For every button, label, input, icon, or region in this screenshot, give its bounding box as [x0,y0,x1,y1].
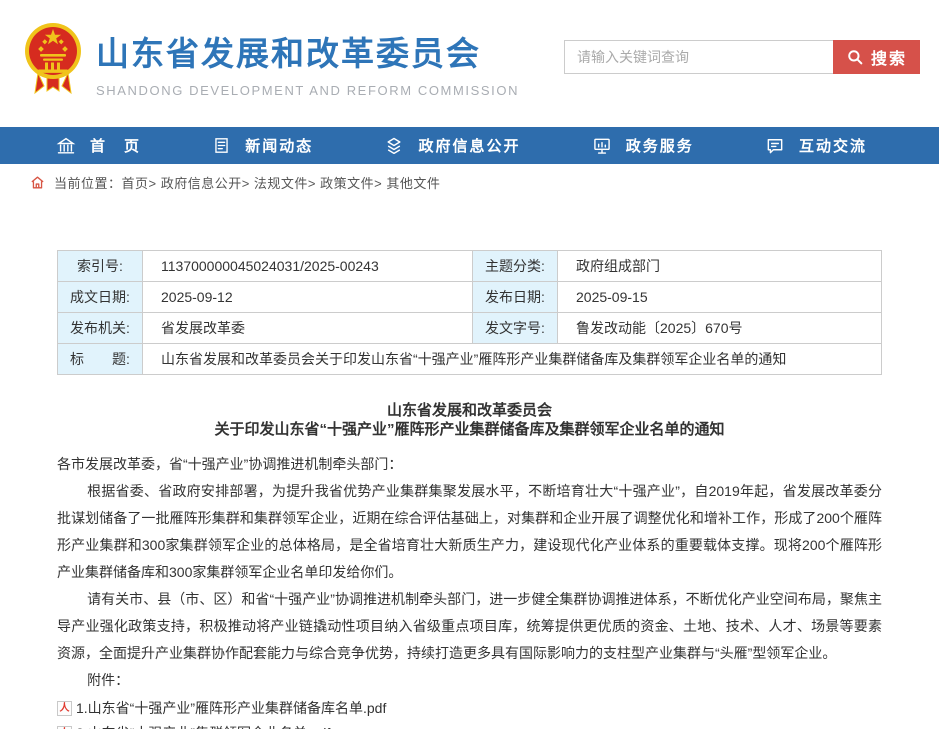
meta-value-index: 113700000045024031/2025-00243 [143,251,473,282]
meta-value-title: 山东省发展和改革委员会关于印发山东省“十强产业”雁阵形产业集群储备库及集群领军企… [143,344,882,375]
table-row: 发布机关: 省发展改革委 发文字号: 鲁发改动能〔2025〕670号 [58,313,882,344]
document-title-line1: 山东省发展和改革委员会 [57,401,882,420]
layers-icon [384,136,404,156]
paragraph: 请有关市、县（市、区）和省“十强产业”协调推进机制牵头部门，进一步健全集群协调推… [57,586,882,667]
meta-value-doc-number: 鲁发改动能〔2025〕670号 [558,313,882,344]
meta-label-title: 标 题: [58,344,143,375]
newspaper-icon [212,136,231,155]
search-icon [846,48,864,66]
meta-label-issuer: 发布机关: [58,313,143,344]
nav-label-home: 首 页 [90,135,141,156]
nav-label-services: 政务服务 [626,135,694,156]
site-subtitle-en: SHANDONG DEVELOPMENT AND REFORM COMMISSI… [96,83,519,98]
nav-label-news: 新闻动态 [245,135,313,156]
site-title: 山东省发展和改革委员会 [96,27,519,75]
search-button-label: 搜索 [871,45,907,69]
search-input[interactable] [564,40,833,74]
attachment-label: 附件： [57,667,882,694]
meta-value-issuer: 省发展改革委 [143,313,473,344]
chat-icon [765,136,785,156]
meta-label-publish-date: 发布日期: [473,282,558,313]
meta-label-category: 主题分类: [473,251,558,282]
nav-item-interaction[interactable]: 互动交流 [765,135,867,156]
nav-label-interaction: 互动交流 [799,135,867,156]
nav-label-gov-info: 政府信息公开 [418,135,520,156]
meta-label-written-date: 成文日期: [58,282,143,313]
table-row: 标 题: 山东省发展和改革委员会关于印发山东省“十强产业”雁阵形产业集群储备库及… [58,344,882,375]
site-header: 山东省发展和改革委员会 SHANDONG DEVELOPMENT AND REF… [0,0,939,127]
attachment-filename: 1.山东省“十强产业”雁阵形产业集群储备库名单.pdf [76,696,386,721]
monitor-icon [592,136,612,156]
table-row: 成文日期: 2025-09-12 发布日期: 2025-09-15 [58,282,882,313]
building-icon [56,136,76,156]
nav-item-home[interactable]: 首 页 [56,135,141,156]
meta-value-written-date: 2025-09-12 [143,282,473,313]
main-nav: 首 页 新闻动态 政府信息公开 政务服务 [0,127,939,164]
meta-value-category: 政府组成部门 [558,251,882,282]
meta-label-doc-number: 发文字号: [473,313,558,344]
meta-label-index: 索引号: [58,251,143,282]
breadcrumb-path[interactable]: 当前位置：首页> 政府信息公开> 法规文件> 政策文件> 其他文件 [54,173,440,192]
pdf-icon [57,701,72,716]
paragraph: 根据省委、省政府安排部署，为提升我省优势产业集群集聚发展水平，不断培育壮大“十强… [57,478,882,586]
national-emblem-logo [24,21,82,95]
document-body: 山东省发展和改革委员会 关于印发山东省“十强产业”雁阵形产业集群储备库及集群领军… [57,401,882,729]
nav-item-news[interactable]: 新闻动态 [212,135,313,156]
nav-item-gov-info[interactable]: 政府信息公开 [384,135,520,156]
attachments-list: 1.山东省“十强产业”雁阵形产业集群储备库名单.pdf 2.山东省“十强产业”集… [57,696,882,729]
nav-item-services[interactable]: 政务服务 [592,135,694,156]
home-icon [30,175,45,190]
meta-value-publish-date: 2025-09-15 [558,282,882,313]
table-row: 索引号: 113700000045024031/2025-00243 主题分类:… [58,251,882,282]
site-search: 搜索 [564,40,920,74]
attachment-filename: 2.山东省“十强产业”集群领军企业名单.pdf [76,721,330,729]
breadcrumb: 当前位置：首页> 政府信息公开> 法规文件> 政策文件> 其他文件 [0,164,939,200]
search-button[interactable]: 搜索 [833,40,920,74]
document-title-line2: 关于印发山东省“十强产业”雁阵形产业集群储备库及集群领军企业名单的通知 [57,420,882,439]
document-meta-table: 索引号: 113700000045024031/2025-00243 主题分类:… [57,250,882,375]
attachment-link-1[interactable]: 1.山东省“十强产业”雁阵形产业集群储备库名单.pdf [57,696,882,721]
attachment-link-2[interactable]: 2.山东省“十强产业”集群领军企业名单.pdf [57,721,882,729]
salutation: 各市发展改革委，省“十强产业”协调推进机制牵头部门： [57,451,882,478]
